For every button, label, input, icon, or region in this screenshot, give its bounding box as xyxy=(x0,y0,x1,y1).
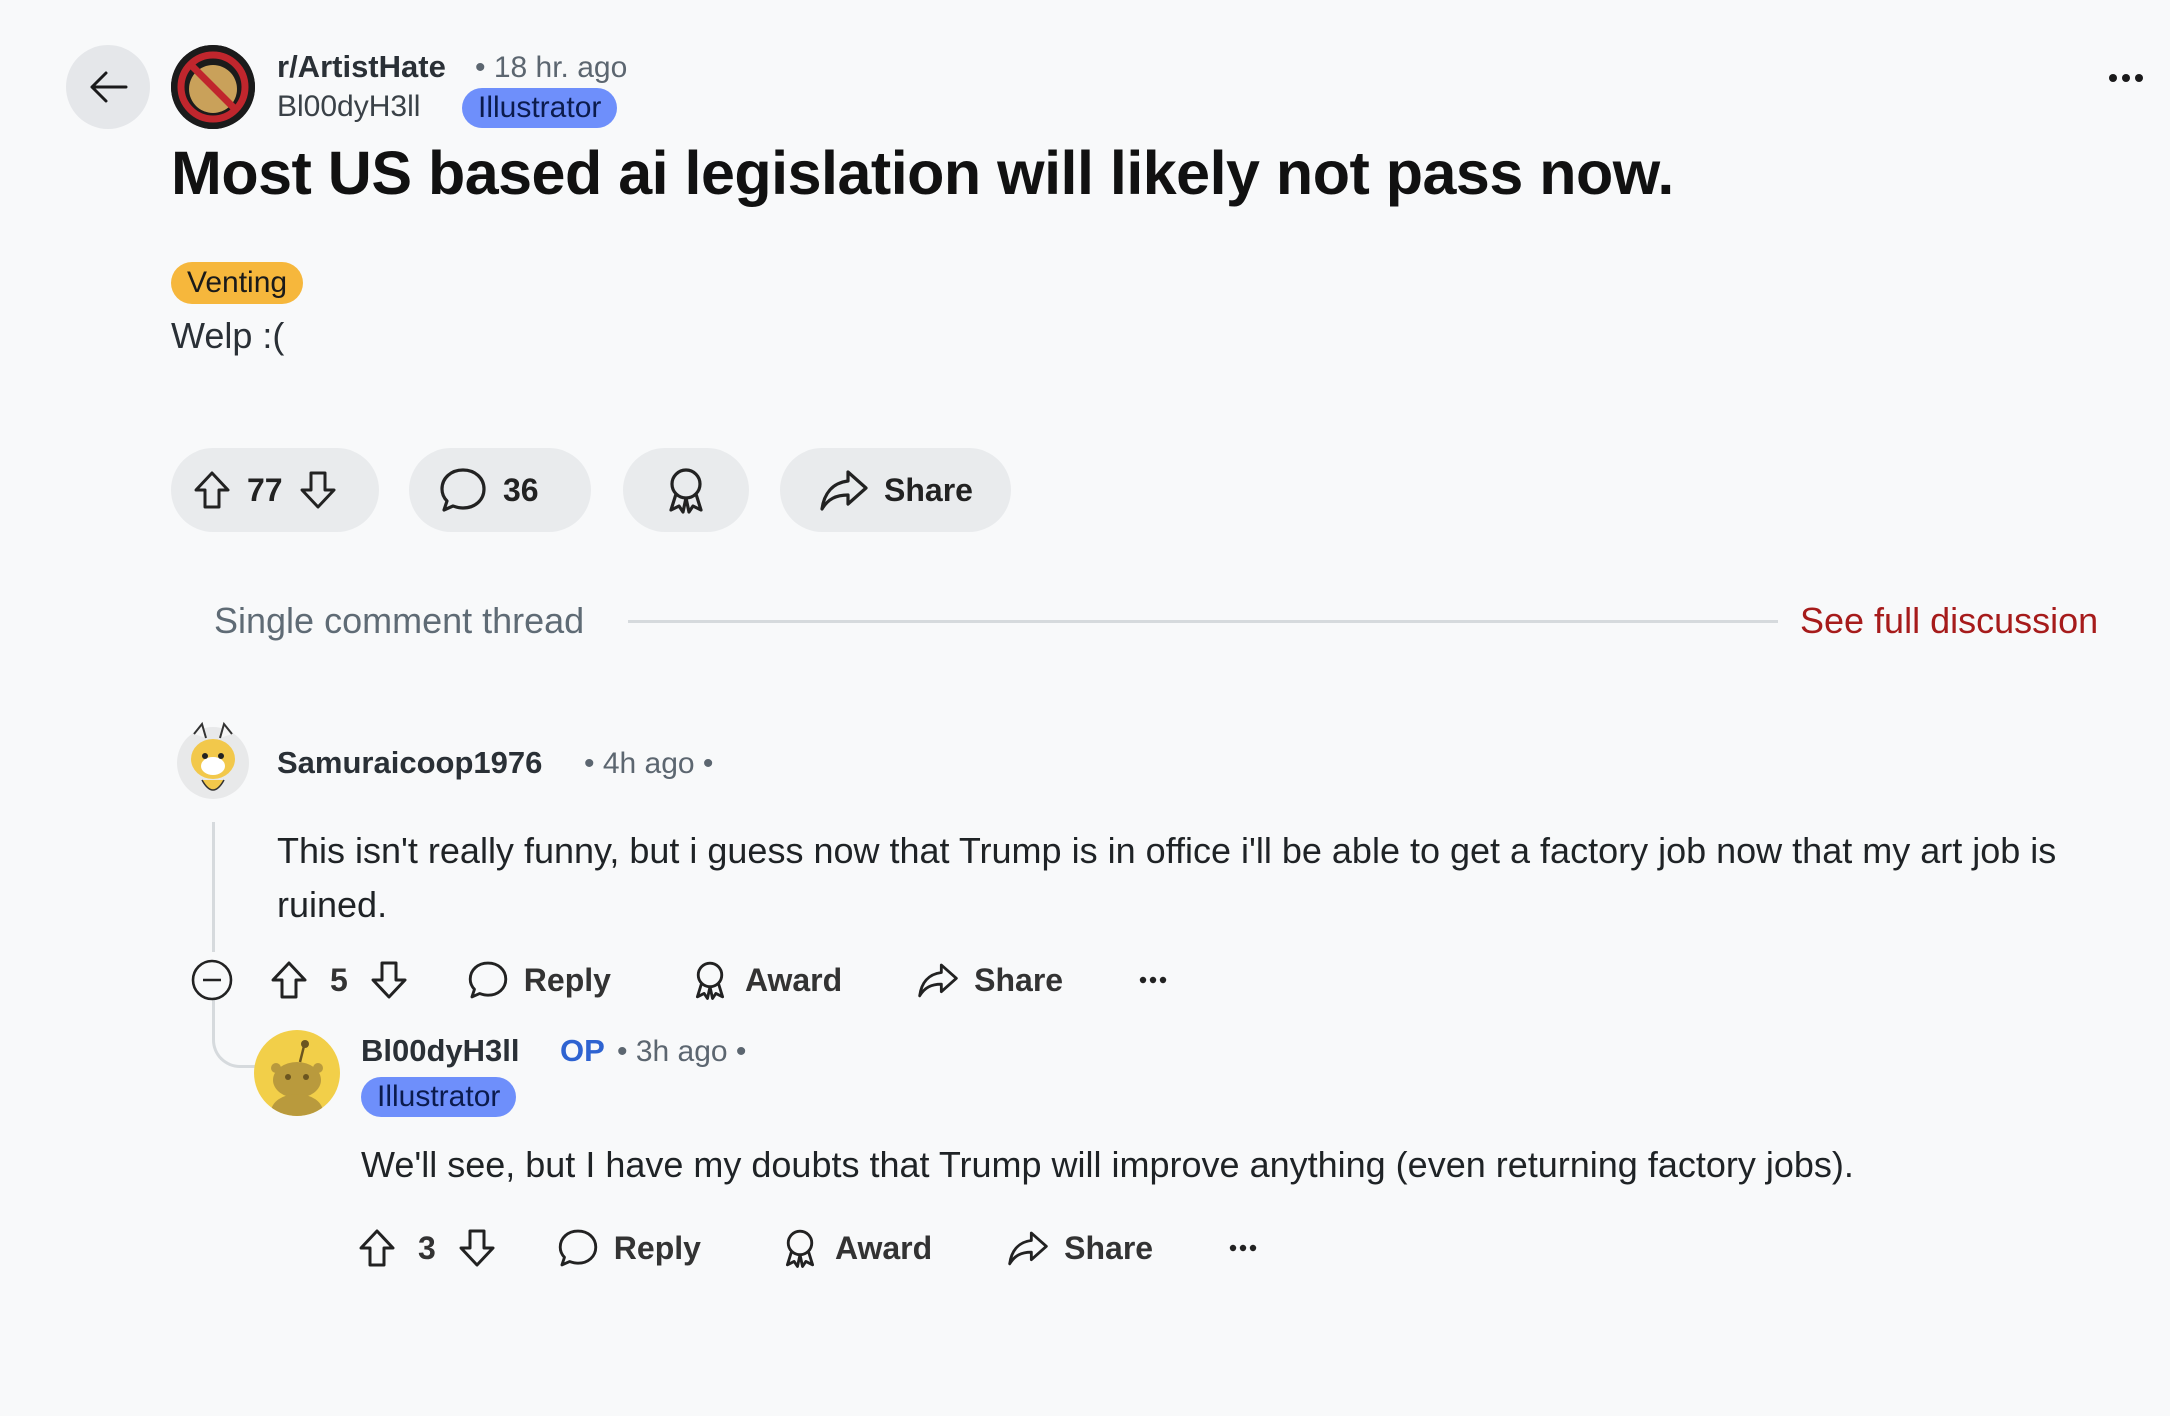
thread-label: Single comment thread xyxy=(214,600,585,641)
award-label: Award xyxy=(744,961,843,998)
post-body: Welp :( xyxy=(171,315,285,356)
upvote-icon[interactable] xyxy=(191,469,233,511)
comment-meta: • 3h ago • xyxy=(617,1035,747,1068)
comment-text: We'll see, but I have my doubts that Tru… xyxy=(361,1144,1854,1185)
upvote-icon[interactable] xyxy=(268,959,310,1001)
share-button[interactable]: Share xyxy=(1006,1228,1153,1268)
upvote-icon[interactable] xyxy=(356,1227,398,1269)
comment-icon xyxy=(437,464,489,516)
subreddit-name[interactable]: r/ArtistHate xyxy=(277,49,446,85)
share-icon xyxy=(1006,1228,1050,1268)
subreddit-avatar[interactable] xyxy=(171,45,255,129)
post-author[interactable]: Bl00dyH3ll xyxy=(277,90,420,124)
reply-button[interactable]: Reply xyxy=(556,1226,701,1270)
post-vote-bar: 77 xyxy=(171,448,379,532)
comment-icon xyxy=(466,958,510,1002)
more-options-icon[interactable] xyxy=(1139,975,1167,985)
collapse-icon[interactable] xyxy=(190,958,234,1002)
downvote-icon[interactable] xyxy=(368,959,410,1001)
reply-button[interactable]: Reply xyxy=(466,958,611,1002)
user-flair: Illustrator xyxy=(361,1077,517,1117)
back-button[interactable] xyxy=(66,45,150,129)
comment-meta: • 4h ago • xyxy=(584,747,714,780)
comment-username[interactable]: Bl00dyH3ll xyxy=(361,1033,520,1069)
award-button[interactable]: Award xyxy=(779,1226,932,1270)
post-time: • 18 hr. ago xyxy=(475,51,628,84)
op-badge: OP xyxy=(560,1033,605,1068)
thread-divider xyxy=(628,620,1778,623)
post-vote-count: 77 xyxy=(247,471,283,508)
arrow-left-icon xyxy=(86,65,130,109)
share-button[interactable]: Share xyxy=(780,448,1011,532)
share-label: Share xyxy=(974,961,1064,998)
more-options-icon[interactable] xyxy=(1229,1243,1257,1253)
reply-label: Reply xyxy=(523,961,611,998)
more-options-icon[interactable] xyxy=(2108,72,2144,84)
award-button[interactable] xyxy=(623,448,749,532)
comment-vote-count: 5 xyxy=(330,961,348,998)
award-label: Award xyxy=(834,1229,933,1266)
comment-username[interactable]: Samuraicoop1976 xyxy=(277,745,542,781)
comments-button[interactable]: 36 xyxy=(409,448,591,532)
commenter-avatar[interactable] xyxy=(176,716,250,800)
award-icon xyxy=(689,958,731,1002)
share-label: Share xyxy=(1064,1229,1154,1266)
thread-line xyxy=(212,822,215,952)
share-button[interactable]: Share xyxy=(916,960,1063,1000)
comment-actions: 3 Reply Award Share xyxy=(356,1220,1257,1276)
comment-vote-count: 3 xyxy=(418,1229,436,1266)
share-icon xyxy=(818,466,870,514)
commenter-avatar[interactable] xyxy=(254,1030,340,1116)
comment-count: 36 xyxy=(503,471,539,508)
award-button[interactable]: Award xyxy=(689,958,842,1002)
author-flair: Illustrator xyxy=(462,88,618,128)
comment-actions: 5 Reply Award Share xyxy=(190,952,1167,1008)
award-icon xyxy=(661,464,711,516)
reply-label: Reply xyxy=(613,1229,701,1266)
see-full-discussion-link[interactable]: See full discussion xyxy=(1800,600,2098,642)
downvote-icon[interactable] xyxy=(297,469,339,511)
comment-icon xyxy=(556,1226,600,1270)
comment-text: This isn't really funny, but i guess now… xyxy=(277,830,2057,925)
post-flair[interactable]: Venting xyxy=(171,262,304,304)
award-icon xyxy=(779,1226,821,1270)
share-icon xyxy=(916,960,960,1000)
post-title: Most US based ai legislation will likely… xyxy=(171,139,1674,207)
downvote-icon[interactable] xyxy=(456,1227,498,1269)
share-label: Share xyxy=(884,471,973,508)
